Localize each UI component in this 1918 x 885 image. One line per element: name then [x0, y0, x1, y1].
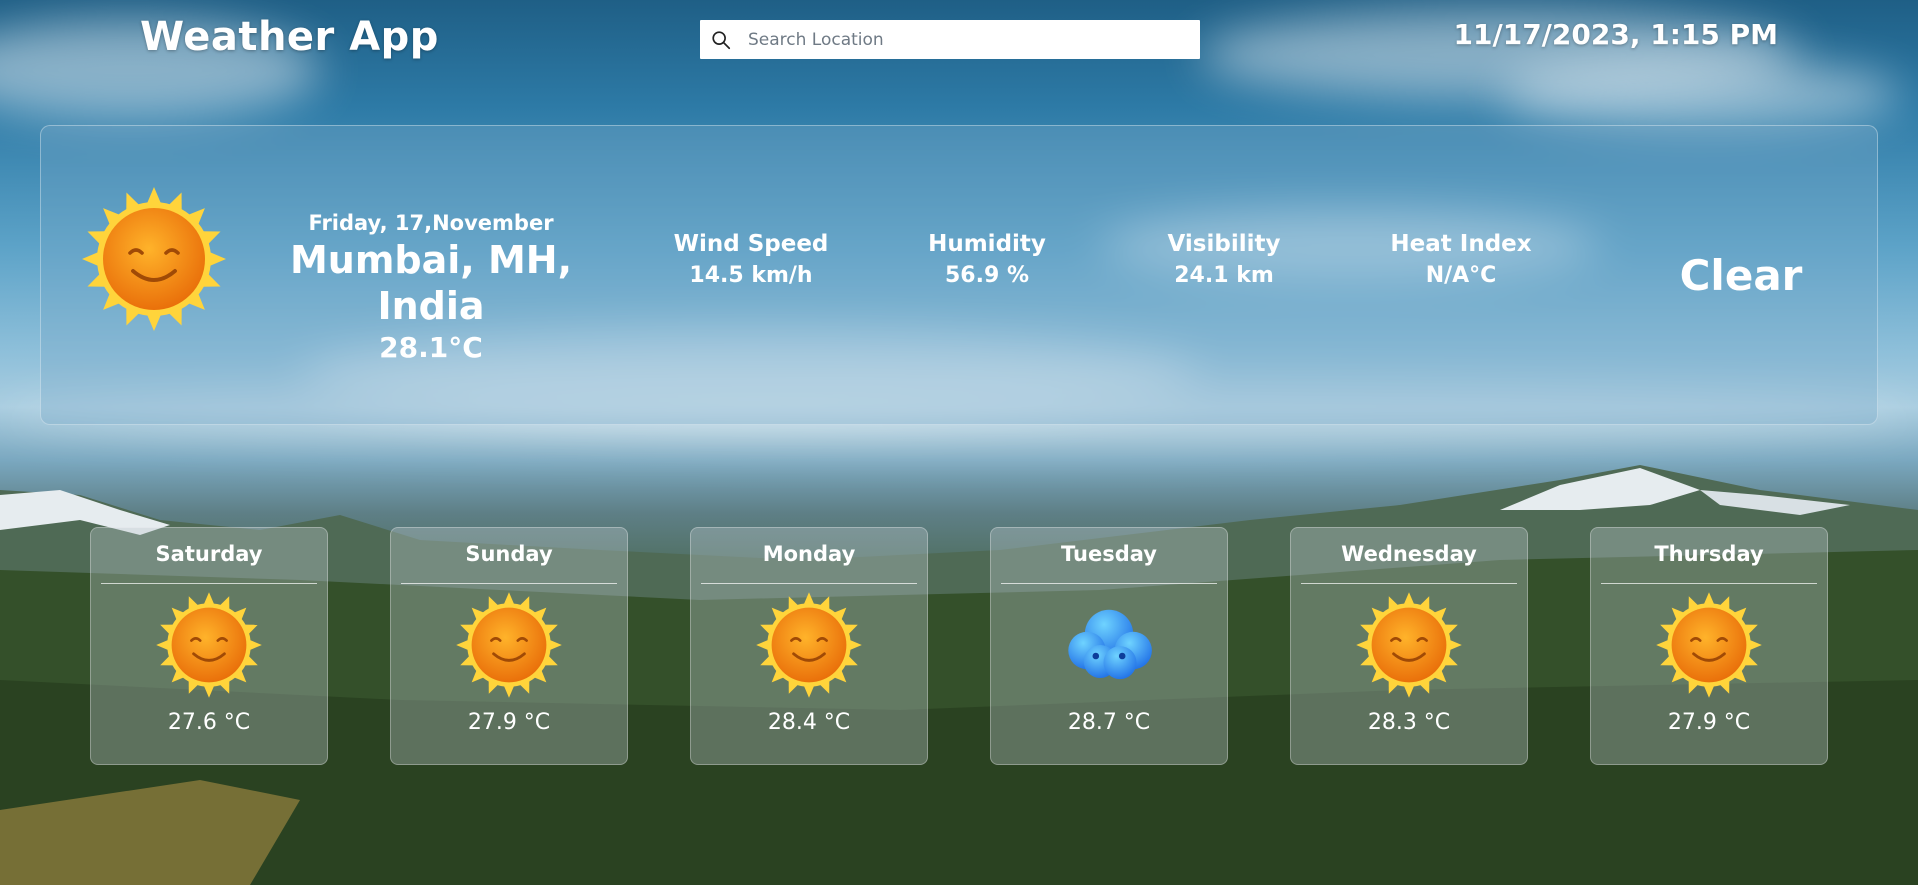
forecast-day: Monday: [762, 542, 856, 566]
sun-smiling-icon: [756, 592, 862, 698]
current-temperature: 28.1°C: [379, 331, 483, 364]
metric-value: 56.9 %: [945, 263, 1029, 288]
divider: [1001, 583, 1217, 584]
forecast-day: Saturday: [155, 542, 263, 566]
search-bar[interactable]: [700, 20, 1200, 59]
forecast-day: Sunday: [465, 542, 553, 566]
divider: [401, 583, 617, 584]
forecast-card-wednesday: Wednesday 28.3 °C: [1290, 527, 1528, 765]
metric-label: Humidity: [928, 231, 1046, 257]
search-icon: [712, 30, 731, 49]
metric-label: Wind Speed: [673, 231, 829, 257]
metric-wind-speed: Wind Speed 14.5 km/h: [641, 231, 861, 288]
metric-heat-index: Heat Index N/A°C: [1351, 231, 1571, 288]
metric-value: N/A°C: [1425, 263, 1497, 288]
forecast-card-sunday: Sunday 27.9 °C: [390, 527, 628, 765]
metric-value: 24.1 km: [1174, 263, 1274, 288]
location-block: Friday, 17,November Mumbai, MH, India 28…: [271, 211, 591, 364]
forecast-temperature: 28.4 °C: [767, 710, 851, 735]
metric-label: Visibility: [1167, 231, 1281, 257]
divider: [1601, 583, 1817, 584]
forecast-card-monday: Monday 28.4 °C: [690, 527, 928, 765]
cloud-icon: [1068, 609, 1152, 680]
divider: [701, 583, 917, 584]
forecast-day: Thursday: [1654, 542, 1764, 566]
forecast-day: Tuesday: [1061, 542, 1157, 566]
sun-smiling-icon: [156, 592, 262, 698]
forecast-day: Wednesday: [1341, 542, 1477, 566]
forecast-temperature: 27.6 °C: [167, 710, 251, 735]
search-input[interactable]: [746, 28, 1180, 51]
forecast-card-tuesday: Tuesday 28.7 °C: [990, 527, 1228, 765]
metric-value: 14.5 km/h: [689, 263, 813, 288]
forecast-temperature: 27.9 °C: [467, 710, 551, 735]
sun-smiling-icon: [1656, 592, 1762, 698]
current-date: Friday, 17,November: [308, 211, 554, 235]
metric-label: Heat Index: [1390, 231, 1532, 257]
metric-visibility: Visibility 24.1 km: [1114, 231, 1334, 288]
app-title: Weather App: [140, 14, 439, 60]
current-datetime: 11/17/2023, 1:15 PM: [1453, 18, 1778, 51]
metric-humidity: Humidity 56.9 %: [877, 231, 1097, 288]
location-name: Mumbai, MH, India: [289, 238, 573, 328]
divider: [1301, 583, 1517, 584]
sun-smiling-icon: [82, 187, 226, 331]
forecast-card-thursday: Thursday 27.9 °C: [1590, 527, 1828, 765]
forecast-temperature: 28.7 °C: [1067, 710, 1151, 735]
current-weather-panel: Friday, 17,November Mumbai, MH, India 28…: [40, 125, 1878, 425]
sun-smiling-icon: [456, 592, 562, 698]
forecast-temperature: 28.3 °C: [1367, 710, 1451, 735]
weather-condition: Clear: [1679, 251, 1803, 300]
sun-smiling-icon: [1356, 592, 1462, 698]
weather-app: Weather App 11/17/2023, 1:15 PM Friday, …: [0, 0, 1918, 885]
forecast-card-saturday: Saturday 27.6 °C: [90, 527, 328, 765]
divider: [101, 583, 317, 584]
forecast-temperature: 27.9 °C: [1667, 710, 1751, 735]
